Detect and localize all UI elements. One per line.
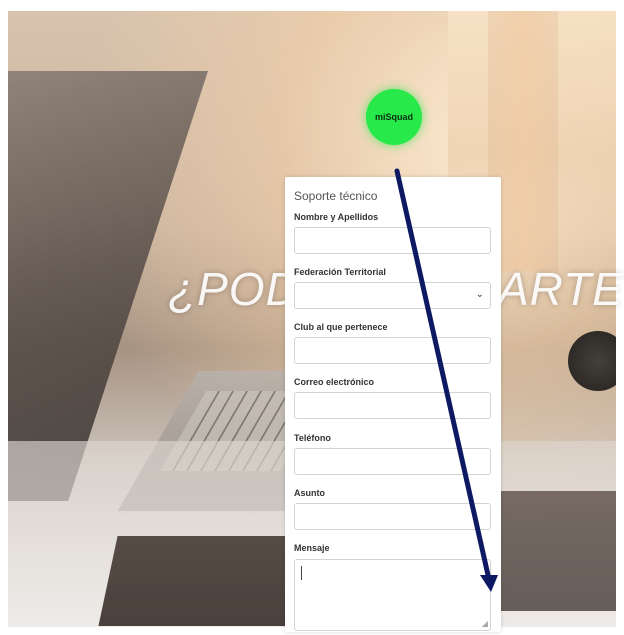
annotation-overlay <box>394 168 498 592</box>
arrow-icon-head <box>480 575 498 592</box>
arrow-icon-shaft <box>394 168 491 578</box>
